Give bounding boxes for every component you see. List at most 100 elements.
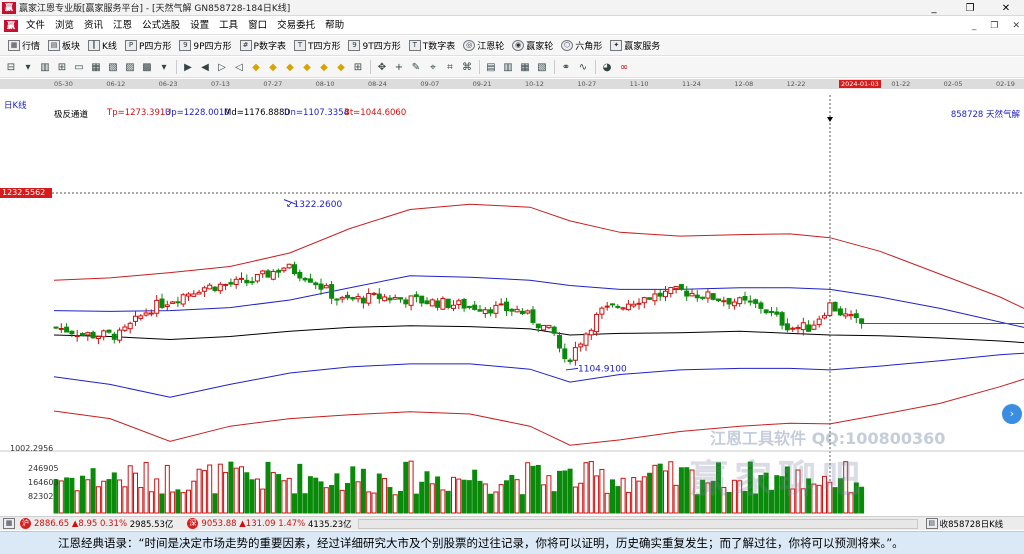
toolbar-gann-wheel-button[interactable]: ◎ 江恩轮: [459, 37, 508, 55]
draw-tool-button[interactable]: ⚭: [558, 59, 574, 75]
draw-tool-button[interactable]: ⊟: [3, 59, 19, 75]
close-button[interactable]: ✕: [988, 0, 1024, 16]
menu-tools[interactable]: 工具: [214, 17, 243, 35]
volume-bar: [138, 487, 144, 514]
draw-tool-button[interactable]: ◀: [197, 59, 213, 75]
draw-tool-button[interactable]: ✎: [408, 59, 424, 75]
draw-tool-button[interactable]: ∞: [616, 59, 632, 75]
status-scrollbar[interactable]: [357, 518, 918, 529]
volume-bar: [106, 479, 112, 514]
menu-trade[interactable]: 交易委托: [272, 17, 320, 35]
toolbar-kline-button[interactable]: ┃ K线: [84, 37, 121, 55]
candle-body: [345, 294, 350, 299]
draw-tool-button[interactable]: ◆: [299, 59, 315, 75]
mdi-close-button[interactable]: ✕: [1012, 21, 1020, 31]
menu-browse[interactable]: 浏览: [50, 17, 79, 35]
draw-tool-button[interactable]: ▾: [20, 59, 36, 75]
draw-tool-button[interactable]: ◕: [599, 59, 615, 75]
volume-tick-label: 82302: [28, 492, 53, 501]
volume-bar: [164, 464, 170, 514]
draw-tool-button[interactable]: ▤: [483, 59, 499, 75]
minimize-button[interactable]: _: [916, 0, 952, 16]
menu-info[interactable]: 资讯: [79, 17, 108, 35]
toolbar-winner-wheel-button[interactable]: ◉ 赢家轮: [508, 37, 557, 55]
draw-tool-button[interactable]: ▥: [500, 59, 516, 75]
draw-tool-button[interactable]: ▩: [139, 59, 155, 75]
date-tick-label: 11-24: [682, 80, 701, 88]
md-band-line: [53, 325, 1024, 344]
draw-tool-button[interactable]: ▦: [88, 59, 104, 75]
draw-tool-button[interactable]: ◆: [248, 59, 264, 75]
toolbar-p-table-button[interactable]: # P数字表: [236, 37, 290, 55]
draw-tool-button[interactable]: ▧: [534, 59, 550, 75]
toolbar-t-table-button[interactable]: T T数字表: [405, 37, 460, 55]
volume-bar: [413, 493, 419, 514]
shanghai-index[interactable]: 2886.65 ▲8.95 0.31% 2985.53亿: [34, 518, 173, 530]
candle-body: [297, 271, 303, 279]
candle-body: [281, 267, 287, 272]
grid-icon: ▦: [8, 40, 20, 51]
draw-tool-button[interactable]: ⊞: [350, 59, 366, 75]
candle-body: [848, 314, 854, 317]
toolbar-9t-square-button[interactable]: 9 9T四方形: [344, 37, 404, 55]
maximize-button[interactable]: ❐: [952, 0, 988, 16]
volume-bar: [111, 472, 117, 514]
candle-body: [276, 269, 282, 273]
menu-window[interactable]: 窗口: [243, 17, 272, 35]
toolbar-hexagon-button[interactable]: ⬡ 六角形: [557, 37, 606, 55]
draw-tool-button[interactable]: ∿: [575, 59, 591, 75]
toolbar-p-square-button[interactable]: P P四方形: [121, 37, 175, 55]
menu-file[interactable]: 文件: [21, 17, 50, 35]
volume-bar: [514, 479, 520, 514]
draw-tool-button[interactable]: ▨: [122, 59, 138, 75]
volume-bar: [355, 481, 361, 514]
candle-body: [477, 309, 483, 312]
draw-tool-button[interactable]: ▥: [37, 59, 53, 75]
indicator-name: 极反通道: [54, 110, 89, 120]
draw-tool-button[interactable]: ⌗: [442, 59, 458, 75]
draw-tool-button[interactable]: ◆: [316, 59, 332, 75]
draw-tool-button[interactable]: ▷: [214, 59, 230, 75]
draw-tool-button[interactable]: ◁: [231, 59, 247, 75]
draw-tool-icon: ◀: [201, 61, 209, 73]
mdi-restore-button[interactable]: ❐: [990, 21, 998, 31]
draw-tool-button[interactable]: ▧: [105, 59, 121, 75]
draw-tool-button[interactable]: ✥: [374, 59, 390, 75]
candle-body: [223, 283, 229, 286]
candle-body: [201, 287, 207, 292]
toolbar-blocks-button[interactable]: ▤ 板块: [44, 37, 84, 55]
kline-chart-area[interactable]: ↙1322.2600 1104.9100 1002.2956 246905 164603…: [0, 89, 1024, 516]
kline-chart-svg: ↙1322.2600 1104.9100 1002.2956 246905 164603…: [0, 95, 1024, 515]
side-expand-button[interactable]: ›: [1002, 404, 1022, 424]
draw-tool-button[interactable]: ▾: [156, 59, 172, 75]
draw-tool-button[interactable]: ⌖: [425, 59, 441, 75]
toolbar-t-square-button[interactable]: T T四方形: [290, 37, 345, 55]
candle-body: [435, 300, 441, 308]
mdi-minimize-button[interactable]: _: [972, 21, 977, 31]
status-bar: ▦ 沪 2886.65 ▲8.95 0.31% 2985.53亿 深 9053.…: [0, 516, 1024, 530]
watermark-logo: 赢家聊吧: [690, 457, 867, 501]
draw-tool-button[interactable]: ▭: [71, 59, 87, 75]
draw-tool-button[interactable]: ◆: [282, 59, 298, 75]
candle-body: [451, 304, 456, 309]
draw-tool-button[interactable]: ◆: [333, 59, 349, 75]
index-table-icon[interactable]: ▦: [3, 518, 15, 529]
draw-tool-button[interactable]: +: [391, 59, 407, 75]
date-tick-label: 06-23: [158, 80, 178, 88]
gann-quote-bar: 江恩经典语录：“时间是决定市场走势的重要因素，经过详细研究大市及个别股票的过往记…: [0, 531, 1024, 554]
draw-tool-button[interactable]: ◆: [265, 59, 281, 75]
volume-bar: [260, 488, 266, 514]
draw-tool-button[interactable]: ⊞: [54, 59, 70, 75]
draw-tool-button[interactable]: ▶: [180, 59, 196, 75]
draw-tool-button[interactable]: ⌘: [459, 59, 475, 75]
shenzhen-index[interactable]: 9053.88 ▲131.09 1.47% 4135.23亿: [201, 518, 351, 530]
toolbar-9p-square-button[interactable]: 9 9P四方形: [175, 37, 235, 55]
menu-formula[interactable]: 公式选股: [137, 17, 185, 35]
menu-gann[interactable]: 江恩: [108, 17, 137, 35]
menu-help[interactable]: 帮助: [320, 17, 349, 35]
toolbar-quotes-button[interactable]: ▦ 行情: [4, 37, 44, 55]
date-tick-label: 08-24: [368, 80, 387, 88]
menu-settings[interactable]: 设置: [185, 17, 214, 35]
draw-tool-button[interactable]: ▦: [517, 59, 533, 75]
toolbar-service-button[interactable]: ✦ 赢家服务: [606, 37, 664, 55]
